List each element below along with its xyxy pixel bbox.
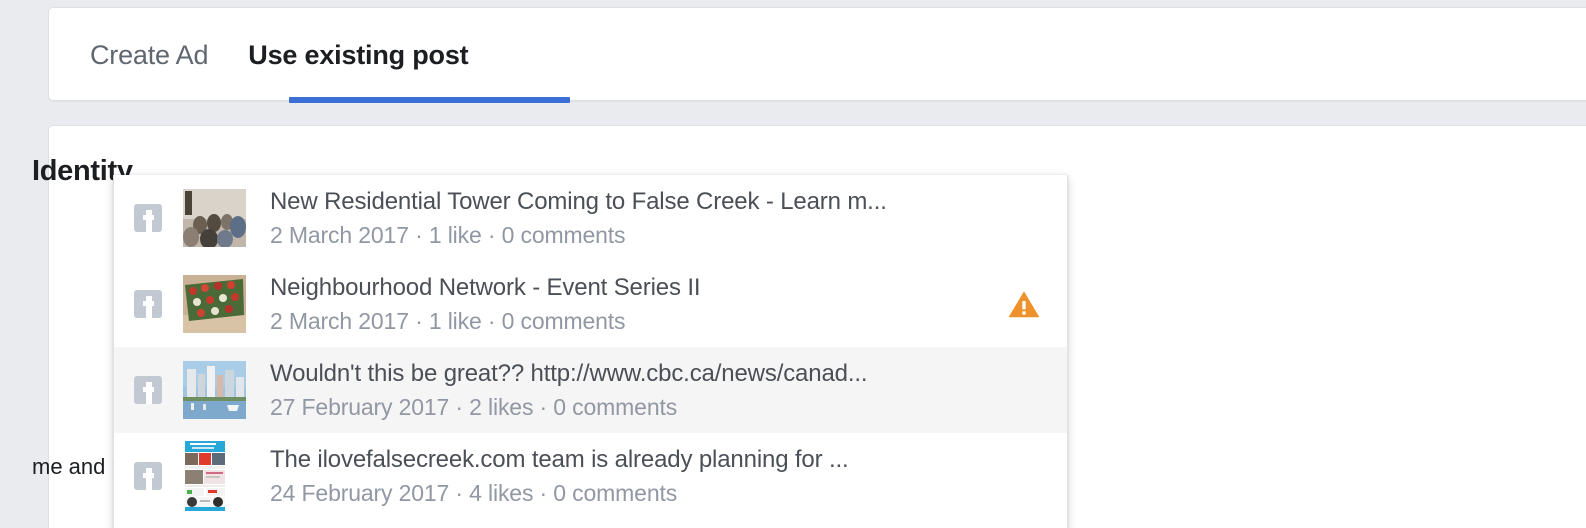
post-list-item[interactable]: Wouldn't this be great?? http://www.cbc.… <box>114 347 1067 433</box>
post-thumbnail <box>183 439 227 513</box>
facebook-icon <box>134 290 162 318</box>
post-text-block: The ilovefalsecreek.com team is already … <box>270 443 1007 509</box>
post-list-item[interactable]: The ilovefalsecreek.com team is already … <box>114 433 1067 519</box>
facebook-icon <box>134 204 162 232</box>
ad-creation-tab-card: Create Ad Use existing post <box>48 7 1586 103</box>
facebook-icon <box>134 376 162 404</box>
existing-post-dropdown-list[interactable]: New Residential Tower Coming to False Cr… <box>113 175 1068 528</box>
page-root: Create Ad Use existing post Identity me … <box>0 0 1586 528</box>
post-list-item[interactable]: Neighbourhood Network - Event Series II 2… <box>114 261 1067 347</box>
post-title: Wouldn't this be great?? http://www.cbc.… <box>270 360 868 387</box>
post-title: The ilovefalsecreek.com team is already … <box>270 446 849 473</box>
post-thumbnail <box>183 275 246 333</box>
post-meta: 24 February 2017 · 4 likes · 0 comments <box>270 480 678 506</box>
warning-slot-empty <box>1007 373 1067 407</box>
tab-use-existing-post[interactable]: Use existing post <box>228 8 488 102</box>
post-meta: 27 February 2017 · 2 likes · 0 comments <box>270 394 678 420</box>
facebook-icon <box>134 462 162 490</box>
warning-slot-empty <box>1007 201 1067 235</box>
post-thumbnail <box>183 361 246 419</box>
warning-slot-empty <box>1007 459 1067 493</box>
post-text-block: Neighbourhood Network - Event Series II 2… <box>270 271 1007 337</box>
post-title: New Residential Tower Coming to False Cr… <box>270 188 887 215</box>
post-text-block: New Residential Tower Coming to False Cr… <box>270 185 1007 251</box>
tab-strip: Create Ad Use existing post <box>49 8 488 102</box>
tab-create-ad[interactable]: Create Ad <box>70 8 228 102</box>
post-text-block: Wouldn't this be great?? http://www.cbc.… <box>270 357 1007 423</box>
warning-triangle-icon[interactable] <box>1007 287 1041 321</box>
post-title: Neighbourhood Network - Event Series II <box>270 274 701 301</box>
post-list-item[interactable]: New Residential Tower Coming to False Cr… <box>114 175 1067 261</box>
post-thumbnail <box>183 189 246 247</box>
post-meta: 2 March 2017 · 1 like · 0 comments <box>270 308 626 334</box>
post-meta: 2 March 2017 · 1 like · 0 comments <box>270 222 626 248</box>
active-tab-underline <box>289 97 570 103</box>
